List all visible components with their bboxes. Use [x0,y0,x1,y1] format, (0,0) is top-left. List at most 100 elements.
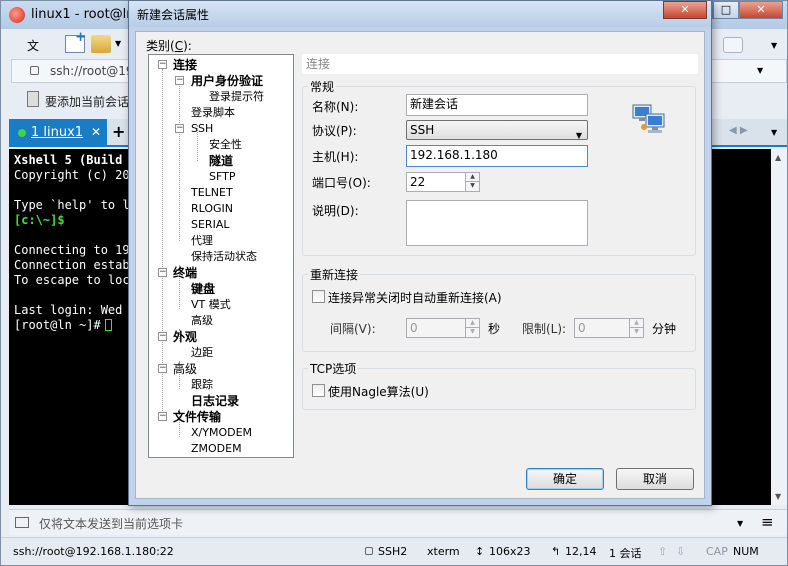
tree-collapse-icon[interactable]: − [158,364,167,373]
category-tree[interactable]: − 连接 − 用户身份验证 登录提示符 登录脚本 − SSH 安全性 隧道 SF… [148,54,294,458]
status-size: 106x23 [489,545,531,558]
tree-item-login-prompts[interactable]: 登录提示符 [209,90,264,104]
scroll-up-icon[interactable]: ▲ [775,153,781,162]
chevron-down-icon: ▼ [575,131,582,140]
tree-item-logging[interactable]: 日志记录 [191,394,239,408]
new-session-icon[interactable] [65,30,86,53]
tree-item-terminal-advanced[interactable]: 高级 [191,314,213,328]
tree-item-advanced[interactable]: 高级 [173,362,197,376]
terminal-line: Last login: Wed N [14,303,137,317]
menu-icon[interactable]: ≡ [761,513,774,531]
tree-item-terminal[interactable]: 终端 [173,266,197,280]
scroll-down-icon[interactable]: ▼ [775,492,781,501]
arrow-down-icon[interactable]: ⇩ [676,545,685,558]
links-bar-hint: 要添加当前会话 [45,95,130,109]
port-label: 端口号(O): [312,176,371,190]
port-value: 22 [410,175,426,189]
tree-item-keep-alive[interactable]: 保持活动状态 [191,250,257,264]
file-menu[interactable]: 文 [27,37,39,54]
compose-input[interactable]: 仅将文本发送到当前选项卡 [39,515,183,532]
nagle-checkbox[interactable] [312,384,325,397]
spin-down-icon[interactable]: ▼ [629,328,643,337]
tree-item-zmodem[interactable]: ZMODEM [191,442,242,456]
tree-collapse-icon[interactable]: − [158,412,167,421]
status-protocol: SSH2 [378,545,408,558]
reconnect-group [302,274,696,352]
main-close-button[interactable]: ✕ [739,1,783,19]
chat-icon[interactable] [723,37,743,53]
tree-item-margins[interactable]: 边距 [191,346,213,360]
tree-item-telnet[interactable]: TELNET [191,186,233,200]
dialog-title: 新建会话属性 [137,8,210,22]
host-field[interactable]: 192.168.1.180 [406,145,588,167]
connected-status-icon [18,129,26,137]
add-tab-button[interactable]: + [112,122,125,141]
chevron-down-icon[interactable]: ▼ [757,66,763,75]
open-folder-icon[interactable] [91,35,111,53]
auto-reconnect-checkbox[interactable] [312,290,325,303]
chevron-down-icon[interactable]: ▼ [737,519,743,528]
chevron-down-icon[interactable]: ▼ [771,128,777,137]
tree-item-tunneling[interactable]: 隧道 [209,154,233,168]
tree-collapse-icon[interactable]: − [158,268,167,277]
spin-down-icon[interactable]: ▼ [465,182,479,191]
tree-item-proxy[interactable]: 代理 [191,234,213,248]
bookmark-icon [27,91,39,107]
protocol-select[interactable]: SSH ▼ [406,120,588,140]
tree-collapse-icon[interactable]: − [175,124,184,133]
chevron-down-icon[interactable]: ▼ [115,39,121,48]
tree-item-auth[interactable]: 用户身份验证 [191,74,263,88]
port-spinbox[interactable]: 22 ▲ ▼ [406,172,480,192]
ok-button[interactable]: 确定 [526,468,604,490]
close-icon[interactable]: ✕ [91,125,101,139]
session-properties-dialog: 新建会话属性 ✕ 类别(C): − 连接 − 用户身份验证 登录提示符 登录脚本… [128,0,712,506]
tree-item-connection[interactable]: 连接 [173,58,197,72]
tree-item-sftp[interactable]: SFTP [209,170,235,184]
minutes-unit: 分钟 [652,322,677,336]
tree-collapse-icon[interactable]: − [158,60,167,69]
terminal-line: To escape to loca [14,273,137,287]
description-label: 说明(D): [312,204,359,218]
main-window-title: linux1 - root@ln: [31,7,139,22]
tree-item-serial[interactable]: SERIAL [191,218,229,232]
tree-item-security[interactable]: 安全性 [209,138,242,152]
tree-collapse-icon[interactable]: − [158,332,167,341]
terminal-scrollbar[interactable]: ▲ ▼ [771,149,787,505]
status-connection: ssh://root@192.168.1.180:22 [13,545,174,558]
name-field[interactable]: 新建会话 [406,94,588,116]
tree-item-login-script[interactable]: 登录脚本 [191,106,235,120]
resize-icon: ↕ [475,545,485,558]
spin-down-icon[interactable]: ▼ [465,328,479,337]
spin-up-icon[interactable]: ▲ [629,319,643,328]
tree-item-vt-mode[interactable]: VT 模式 [191,298,231,312]
limit-label: 限制(L): [522,322,567,336]
dialog-close-button[interactable]: ✕ [663,1,707,19]
limit-spinbox[interactable]: 0 ▲ ▼ [574,318,644,338]
dialog-body: 类别(C): − 连接 − 用户身份验证 登录提示符 登录脚本 − SSH 安全… [135,31,705,499]
tree-item-ssh[interactable]: SSH [191,122,213,136]
tab-linux1[interactable]: 1 linux1 ✕ [9,119,107,147]
limit-value: 0 [578,321,586,335]
terminal-line: Copyright (c) 200 [14,168,137,182]
section-heading: 连接 [302,54,698,74]
interval-spinbox[interactable]: 0 ▲ ▼ [406,318,480,338]
tree-item-xymodem[interactable]: X/YMODEM [191,426,252,440]
spin-up-icon[interactable]: ▲ [465,319,479,328]
tree-item-appearance[interactable]: 外观 [173,330,197,344]
spin-up-icon[interactable]: ▲ [465,173,479,182]
maximize-button[interactable]: □ [713,1,739,19]
tree-item-trace[interactable]: 跟踪 [191,378,213,392]
cancel-button[interactable]: 取消 [616,468,694,490]
name-label: 名称(N): [312,100,359,114]
address-input[interactable]: ssh://root@19 [50,64,134,78]
arrow-up-icon[interactable]: ⇧ [658,545,667,558]
tab-scroll-arrows-icon[interactable]: ◀ ▶ [729,125,748,136]
tree-item-file-transfer[interactable]: 文件传输 [173,410,221,424]
status-num: NUM [733,545,759,558]
tree-collapse-icon[interactable]: − [175,76,184,85]
description-field[interactable] [406,200,588,246]
tree-item-keyboard[interactable]: 键盘 [191,282,215,296]
chevron-down-icon[interactable]: ▼ [771,41,777,50]
xshell-app-icon [9,7,25,23]
tree-item-rlogin[interactable]: RLOGIN [191,202,233,216]
